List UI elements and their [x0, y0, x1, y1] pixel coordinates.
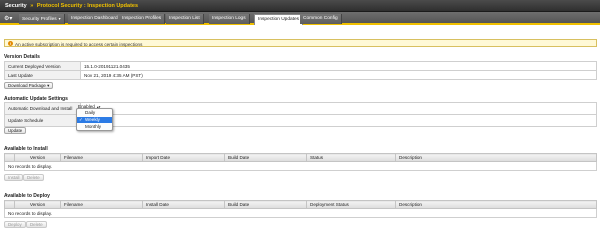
- update-schedule-dropdown[interactable]: Daily ✓ Weekly Monthly: [76, 108, 113, 131]
- delete-install-button[interactable]: Delete: [23, 174, 44, 181]
- column-header[interactable]: Deployment Status: [306, 200, 396, 209]
- kv-key: Current Deployed Version: [4, 61, 81, 71]
- tab-label: Inspection Updates: [258, 17, 300, 22]
- breadcrumb-separator: :: [83, 3, 86, 9]
- tab-label: Inspection List: [169, 16, 200, 21]
- empty-message: No records to display.: [4, 161, 597, 171]
- install-button[interactable]: Install: [4, 174, 24, 181]
- button-label: Update: [8, 128, 23, 133]
- available-install-title: Available to Install: [4, 146, 48, 152]
- column-header[interactable]: Description: [395, 200, 597, 209]
- kv-value: [80, 114, 597, 127]
- tab-label: Security Profiles: [22, 17, 57, 22]
- tab-inspection-dashboard[interactable]: Inspection Dashboard: [68, 14, 122, 24]
- title-prefix: Security: [5, 3, 27, 9]
- column-header[interactable]: Description: [395, 153, 597, 162]
- page-title: Security » Protocol Security : Inspectio…: [5, 3, 138, 9]
- tab-inspection-logs[interactable]: Inspection Logs: [209, 14, 250, 24]
- gear-menu-icon[interactable]: ⚙▾: [4, 15, 16, 23]
- tab-common-config[interactable]: Common Config: [300, 14, 342, 24]
- delete-deploy-button[interactable]: Delete: [26, 221, 47, 228]
- checkmark-icon: ✓: [79, 117, 83, 122]
- kv-value: [80, 102, 597, 115]
- column-header[interactable]: Version: [14, 200, 61, 209]
- column-header-select[interactable]: [4, 200, 15, 209]
- kv-key: Update Schedule: [4, 114, 81, 127]
- deploy-button[interactable]: Deploy: [4, 221, 26, 228]
- warning-icon: !: [8, 41, 13, 46]
- available-deploy-table: Version Filename Install Date Build Date…: [4, 200, 597, 218]
- column-header[interactable]: Status: [306, 153, 396, 162]
- column-header[interactable]: Build Date: [224, 200, 307, 209]
- tab-security-profiles[interactable]: Security Profiles ▾: [19, 14, 65, 24]
- version-details-table: Current Deployed Version 15.1.0-20191121…: [4, 61, 597, 80]
- available-deploy-title: Available to Deploy: [4, 193, 50, 199]
- kv-value: Nov 21, 2019 4:35 AM (PST): [80, 70, 597, 80]
- table-row: No records to display.: [4, 161, 597, 171]
- empty-message: No records to display.: [4, 208, 597, 218]
- column-header[interactable]: Filename: [60, 200, 143, 209]
- subscription-alert: ! An active subscription is required to …: [4, 39, 597, 47]
- tab-inspection-profiles[interactable]: Inspection Profiles: [119, 14, 166, 24]
- kv-row: Last Update Nov 21, 2019 4:35 AM (PST): [4, 70, 597, 80]
- button-label: Download Package: [8, 83, 46, 88]
- kv-value: 15.1.0-20191121.0435: [80, 61, 597, 71]
- breadcrumb-protocol-security[interactable]: Protocol Security: [37, 3, 83, 9]
- title-separator: »: [30, 3, 34, 9]
- column-header[interactable]: Import Date: [142, 153, 225, 162]
- table-row: No records to display.: [4, 208, 597, 218]
- alert-message: An active subscription is required to ac…: [15, 41, 143, 47]
- column-header[interactable]: Filename: [60, 153, 143, 162]
- table-header-row: Version Filename Import Date Build Date …: [4, 153, 597, 162]
- table-header-row: Version Filename Install Date Build Date…: [4, 200, 597, 209]
- breadcrumb-inspection-updates: Inspection Updates: [87, 3, 139, 9]
- tab-inspection-updates[interactable]: Inspection Updates: [254, 14, 304, 25]
- kv-row: Current Deployed Version 15.1.0-20191121…: [4, 61, 597, 71]
- update-button[interactable]: Update: [4, 127, 27, 134]
- kv-key: Last Update: [4, 70, 81, 80]
- column-header-select[interactable]: [4, 153, 15, 162]
- tab-inspection-list[interactable]: Inspection List: [166, 14, 204, 24]
- column-header[interactable]: Version: [14, 153, 61, 162]
- tab-bar: ⚙▾ Security Profiles ▾ Inspection Dashboa…: [0, 12, 600, 25]
- column-header[interactable]: Build Date: [224, 153, 307, 162]
- schedule-option-daily[interactable]: Daily: [77, 110, 112, 116]
- schedule-option-monthly[interactable]: Monthly: [77, 124, 112, 130]
- tab-label: Inspection Profiles: [122, 16, 162, 21]
- kv-key: Automatic Download and Install: [4, 102, 81, 115]
- column-header[interactable]: Install Date: [142, 200, 225, 209]
- chevron-down-icon: ▾: [58, 16, 61, 21]
- tab-label: Inspection Dashboard: [71, 16, 118, 21]
- tab-label: Common Config: [303, 16, 338, 21]
- available-install-table: Version Filename Import Date Build Date …: [4, 153, 597, 171]
- tab-label: Inspection Logs: [212, 16, 246, 21]
- title-bar: Security » Protocol Security : Inspectio…: [0, 0, 600, 12]
- version-details-title: Version Details: [4, 54, 40, 60]
- download-package-button[interactable]: Download Package ▾: [4, 82, 54, 89]
- schedule-option-weekly[interactable]: ✓ Weekly: [77, 117, 112, 123]
- chevron-down-icon: ▾: [47, 83, 50, 88]
